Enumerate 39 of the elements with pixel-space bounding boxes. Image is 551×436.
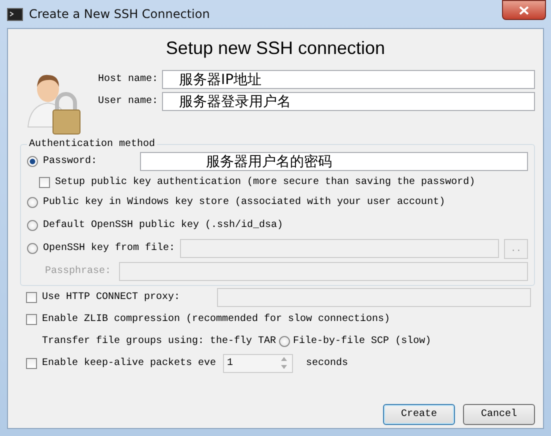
radio-button[interactable] bbox=[27, 156, 38, 167]
option-label: OpenSSH key from file: bbox=[43, 243, 176, 254]
option-label: Enable keep-alive packets eve bbox=[42, 358, 216, 368]
option-label: Password: bbox=[43, 156, 98, 167]
checkbox[interactable] bbox=[26, 314, 37, 324]
option-label: Transfer file groups using: the-fly TAR bbox=[42, 336, 276, 346]
radio-button[interactable] bbox=[279, 336, 290, 346]
dialog-heading: Setup new SSH connection bbox=[166, 38, 386, 59]
passphrase-label: Passphrase: bbox=[45, 266, 112, 277]
radio-button[interactable] bbox=[27, 243, 38, 254]
option-label: Setup public key authentication (more secure than saving the password) bbox=[55, 176, 476, 188]
window-title: Create a New SSH Connection bbox=[29, 7, 210, 21]
option-label: Default OpenSSH public key (.ssh/id_dsa) bbox=[43, 220, 284, 231]
password-field[interactable]: 服务器用户名的密码 bbox=[140, 152, 528, 171]
terminal-icon bbox=[7, 8, 23, 20]
option-label: Public key in Windows key store (associated with your user account) bbox=[43, 197, 446, 208]
text-field[interactable]: 服务器登录用户名 bbox=[162, 92, 535, 111]
group-legend: Authentication method bbox=[27, 139, 158, 150]
option-label: Use HTTP CONNECT proxy: bbox=[42, 292, 180, 302]
radio-button[interactable] bbox=[27, 220, 38, 231]
dialog-button[interactable]: Create bbox=[383, 404, 455, 425]
key-file-field[interactable] bbox=[180, 239, 499, 258]
close-icon bbox=[519, 6, 529, 14]
dialog-button[interactable]: Cancel bbox=[463, 404, 535, 425]
option-label: File-by-file SCP (slow) bbox=[293, 336, 432, 346]
number-spinner[interactable]: 1 bbox=[223, 354, 294, 372]
field-label: Host name: bbox=[98, 74, 158, 85]
option-label: Enable ZLIB compression (recommended for slow connections) bbox=[42, 314, 390, 324]
checkbox[interactable] bbox=[26, 292, 37, 302]
spin-arrows-icon bbox=[279, 355, 290, 371]
unit-label: seconds bbox=[306, 358, 348, 368]
close-button[interactable] bbox=[502, 0, 546, 20]
field-label: User name: bbox=[98, 96, 158, 107]
checkbox[interactable] bbox=[26, 358, 37, 368]
radio-button[interactable] bbox=[27, 197, 38, 208]
text-field[interactable]: 服务器IP地址 bbox=[162, 70, 535, 89]
proxy-field[interactable] bbox=[217, 288, 531, 306]
passphrase-field[interactable] bbox=[119, 262, 528, 281]
checkbox[interactable] bbox=[39, 176, 50, 188]
